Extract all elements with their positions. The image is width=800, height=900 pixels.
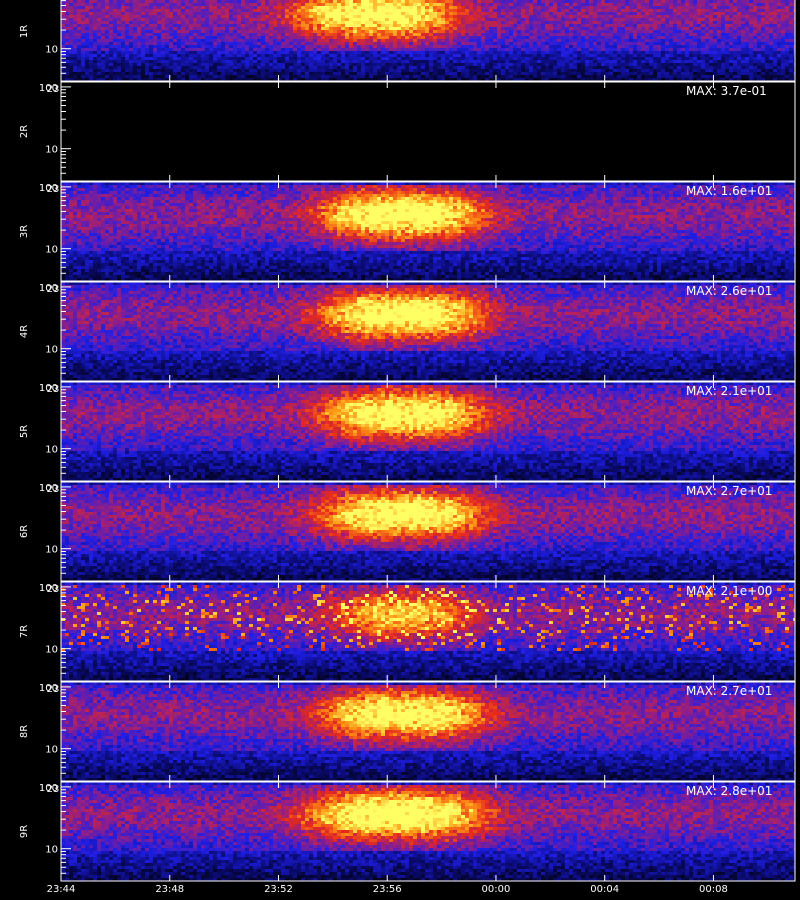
panel-5R: 101005R23:4423:4823:5223:5600:0000:0400:… [19, 381, 796, 495]
max-annotation: MAX: 3.7e-01 [686, 84, 767, 98]
x-tick-label: 23:48 [155, 884, 184, 895]
y-tick-label: 100 [39, 783, 58, 794]
y-tick-label: 10 [45, 45, 58, 56]
spectrogram-image [61, 0, 795, 81]
panel-7R: 101007R23:4423:4823:5223:5600:0000:0400:… [19, 581, 796, 695]
panel-label: 1R [19, 25, 30, 38]
x-tick-label: 23:56 [373, 884, 402, 895]
x-tick-label: 00:08 [699, 884, 728, 895]
x-tick-label: 00:04 [590, 884, 619, 895]
max-annotation: MAX: 2.1e+01 [686, 384, 772, 398]
max-annotation: MAX: 2.7e+01 [686, 484, 772, 498]
panel-label: 8R [19, 725, 30, 738]
spectrogram-figure: 10 100 1R 23:44 23:48 23:52 23:56 00:00 00:04 00:… [19, 0, 796, 895]
max-annotation: MAX: 2.1e+00 [686, 584, 772, 598]
max-annotation: MAX: 2.7e+01 [686, 684, 772, 698]
x-tick-label: 23:52 [264, 884, 293, 895]
panel-label: 9R [19, 825, 30, 838]
y-tick-label: 100 [39, 383, 58, 394]
y-tick-label: 10 [45, 745, 58, 756]
y-tick-label: 100 [39, 183, 58, 194]
panel-label: 7R [19, 625, 30, 638]
panel-label: 4R [19, 325, 30, 338]
max-annotation: MAX: 2.6e+01 [686, 284, 772, 298]
y-tick-label: 10 [45, 645, 58, 656]
y-tick-label: 100 [39, 483, 58, 494]
panel-label: 6R [19, 525, 30, 538]
y-tick-label: 100 [39, 283, 58, 294]
y-tick-label: 100 [39, 583, 58, 594]
y-tick-label: 100 [39, 83, 58, 94]
panel-2R: 101002R23:4423:4823:5223:5600:0000:0400:… [19, 81, 796, 195]
panel-1R: 101001R23:4423:4823:5223:5600:0000:0400:… [19, 0, 796, 95]
panel-label: 3R [19, 225, 30, 238]
panel-3R: 101003R23:4423:4823:5223:5600:0000:0400:… [19, 181, 796, 295]
panel-label: 5R [19, 425, 30, 438]
y-tick-label: 10 [45, 345, 58, 356]
y-tick-label: 10 [45, 845, 58, 856]
y-tick-label: 10 [45, 245, 58, 256]
y-tick-label: 10 [45, 545, 58, 556]
spectrogram-image [61, 82, 795, 181]
max-annotation: MAX: 1.6e+01 [686, 184, 772, 198]
y-tick-label: 10 [45, 145, 58, 156]
x-tick-label: 23:44 [47, 884, 76, 895]
panel-4R: 101004R23:4423:4823:5223:5600:0000:0400:… [19, 281, 796, 395]
x-tick-label: 00:00 [482, 884, 511, 895]
max-annotation: MAX: 2.8e+01 [686, 784, 772, 798]
panel-6R: 101006R23:4423:4823:5223:5600:0000:0400:… [19, 481, 796, 595]
panel-label: 2R [19, 125, 30, 138]
panel-8R: 101008R23:4423:4823:5223:5600:0000:0400:… [19, 681, 796, 795]
y-tick-label: 10 [45, 445, 58, 456]
y-tick-label: 100 [39, 683, 58, 694]
panel-9R: 10 100 9R 23:44 23:48 23:52 23:56 00:00 00:04 00:… [19, 781, 796, 895]
